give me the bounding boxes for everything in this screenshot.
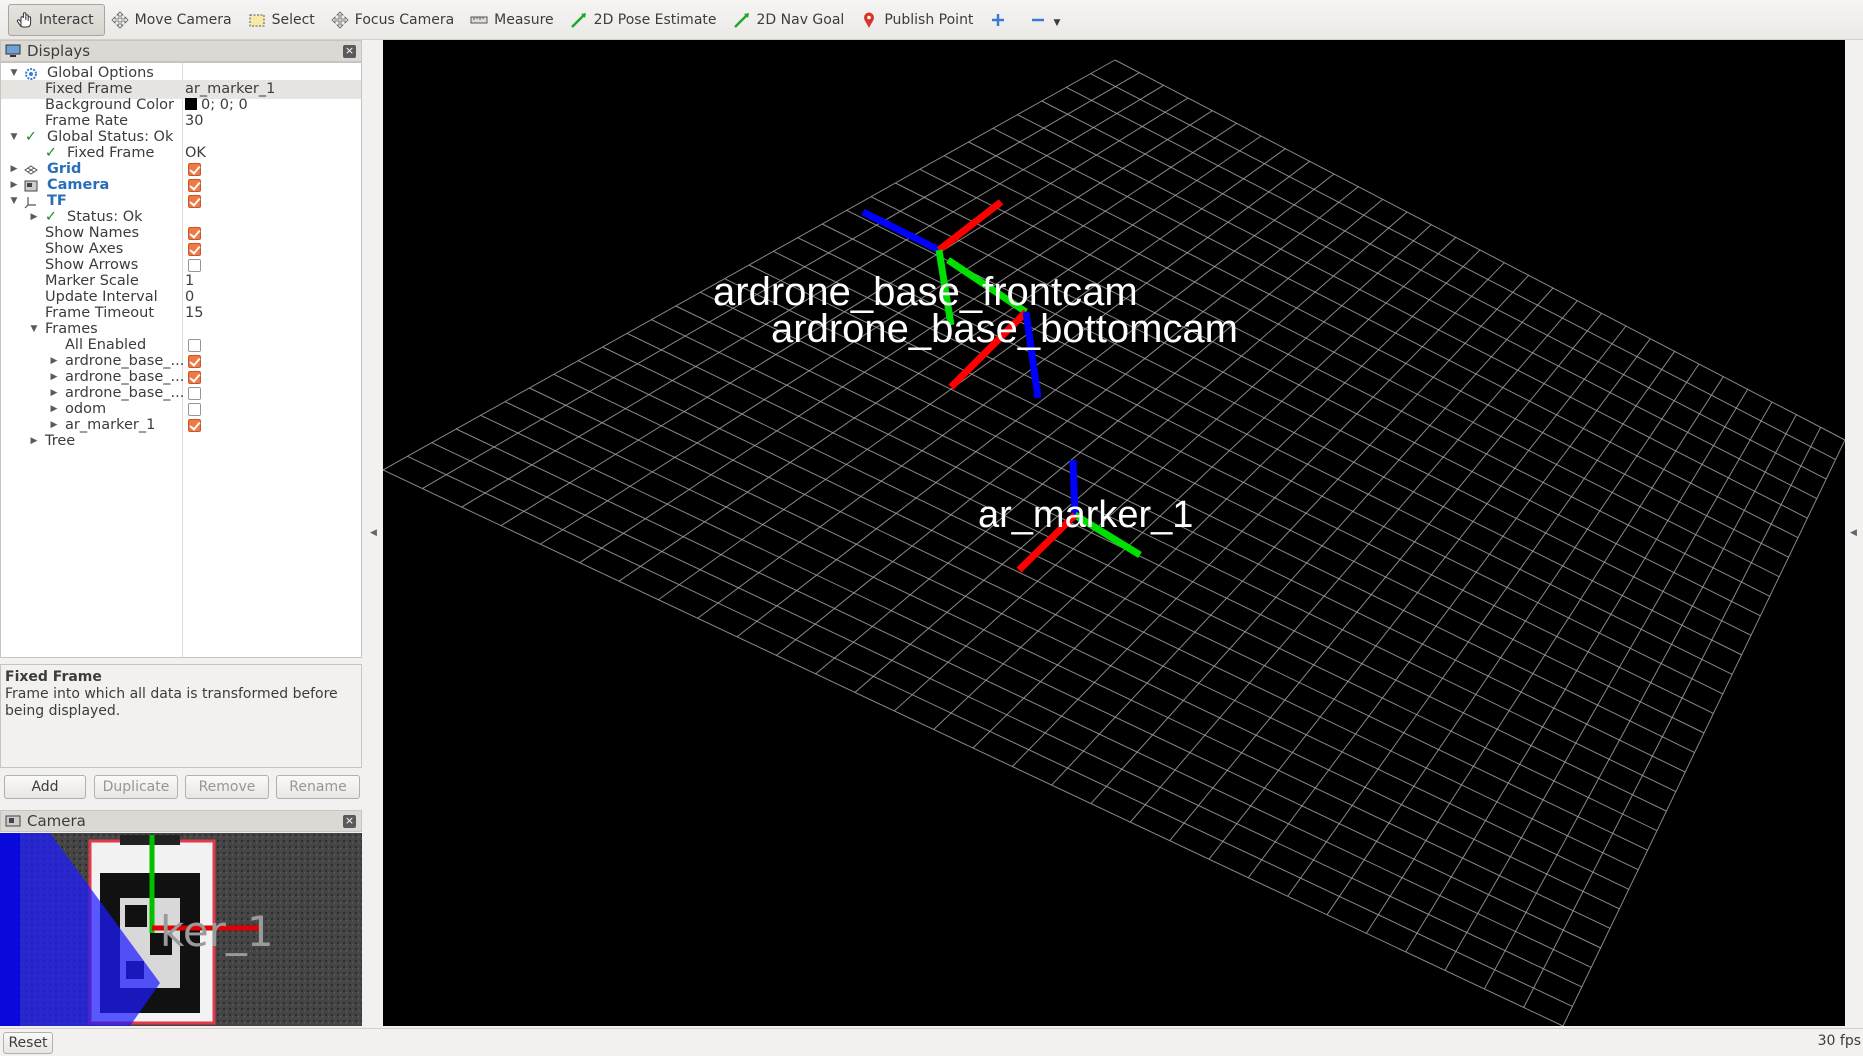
grid-line xyxy=(383,469,1564,1026)
map-pin-icon xyxy=(860,11,878,29)
reset-button[interactable]: Reset xyxy=(3,1032,53,1054)
monitor-icon xyxy=(5,44,21,57)
select-label: Select xyxy=(271,11,315,28)
right-dock-handle[interactable]: ◀ xyxy=(1846,40,1863,1026)
select-tool-button[interactable]: Select xyxy=(242,4,325,36)
pose-estimate-tool-button[interactable]: 2D Pose Estimate xyxy=(564,4,727,36)
frame-checkbox[interactable] xyxy=(188,387,201,400)
measure-label: Measure xyxy=(494,11,554,28)
camera-enabled-checkbox[interactable] xyxy=(188,179,201,192)
green-arrow-icon xyxy=(733,11,751,29)
description-text: Frame into which all data is transformed… xyxy=(5,686,338,719)
plus-icon xyxy=(989,11,1007,29)
grid-line xyxy=(1129,300,1578,823)
close-icon[interactable]: × xyxy=(343,815,356,828)
grid-line xyxy=(1208,325,1627,860)
grid-line xyxy=(602,346,1648,851)
marker-frame-label: ar_marker_1 xyxy=(978,494,1193,536)
show-names-checkbox[interactable] xyxy=(188,227,201,240)
focus-camera-label: Focus Camera xyxy=(354,11,455,28)
move-camera-tool-button[interactable]: Move Camera xyxy=(105,4,242,36)
focus-camera-tool-button[interactable]: Focus Camera xyxy=(325,4,464,36)
rename-button[interactable]: Rename xyxy=(276,775,360,799)
grid-line xyxy=(504,401,1611,929)
grid-line xyxy=(1247,338,1651,879)
add-tool-button[interactable] xyxy=(983,4,1023,36)
displays-panel-title: Displays xyxy=(27,42,91,60)
grid-line xyxy=(577,360,1639,871)
grid-line xyxy=(1444,401,1773,971)
nav-goal-tool-button[interactable]: 2D Nav Goal xyxy=(727,4,855,36)
tree-label: Tree xyxy=(45,433,76,449)
move-camera-label: Move Camera xyxy=(134,11,232,28)
publish-point-label: Publish Point xyxy=(884,11,974,28)
all-enabled-checkbox[interactable] xyxy=(188,339,201,352)
minus-icon xyxy=(1029,11,1047,29)
description-title: Fixed Frame xyxy=(5,669,102,685)
publish-point-tool-button[interactable]: Publish Point xyxy=(854,4,983,36)
show-arrows-checkbox[interactable] xyxy=(188,259,201,272)
focus-target-icon xyxy=(331,10,349,29)
toolbar: Interact Move Camera Select Focus Camera… xyxy=(0,0,1863,40)
select-box-icon xyxy=(248,11,266,29)
color-swatch xyxy=(185,98,197,110)
duplicate-button[interactable]: Duplicate xyxy=(94,775,178,799)
move-arrows-icon xyxy=(111,10,129,29)
green-arrow-icon xyxy=(570,11,588,29)
background-color-text: 0; 0; 0 xyxy=(201,97,248,113)
grid-line xyxy=(1326,363,1700,916)
pose-estimate-label: 2D Pose Estimate xyxy=(593,11,717,28)
collapse-arrow-icon[interactable]: ◀ xyxy=(1850,528,1857,538)
frame-marker-checkbox[interactable] xyxy=(188,419,201,432)
interact-label: Interact xyxy=(39,11,94,28)
grid-enabled-checkbox[interactable] xyxy=(188,163,201,176)
show-axes-checkbox[interactable] xyxy=(188,243,201,256)
camera-icon xyxy=(5,815,21,827)
collapse-arrow-icon[interactable]: ◀ xyxy=(370,528,377,538)
camera-panel-title: Camera xyxy=(27,812,86,830)
grid-line xyxy=(1365,376,1724,934)
ruler-icon xyxy=(470,11,488,29)
grid-line xyxy=(407,455,1573,1007)
camera-overlay-label: ker_1 xyxy=(160,907,274,956)
grid-line xyxy=(675,305,1677,793)
frame-odom-checkbox[interactable] xyxy=(188,403,201,416)
remove-button[interactable]: Remove xyxy=(185,775,269,799)
add-button[interactable]: Add xyxy=(4,775,86,799)
remove-tool-dropdown[interactable]: ▼ xyxy=(1023,4,1070,36)
property-description: Fixed Frame Frame into which all data is… xyxy=(0,664,362,768)
displays-tree: ▼ Global Options Fixed Frame ar_marker_1… xyxy=(0,62,362,658)
frame-checkbox[interactable] xyxy=(188,371,201,384)
3d-scene[interactable]: ardrone_base_frontcam ardrone_base_botto… xyxy=(383,40,1845,1026)
left-dock: Displays × ▼ Global Options Fixed Frame … xyxy=(0,40,362,1026)
hand-pointer-icon xyxy=(15,11,33,29)
chevron-down-icon: ▼ xyxy=(1053,17,1061,28)
interact-tool-button[interactable]: Interact xyxy=(8,3,105,36)
close-icon[interactable]: × xyxy=(343,45,356,58)
camera-image: ker_1 xyxy=(0,833,362,1026)
fps-readout: 30 fps xyxy=(1817,1033,1861,1049)
tree-row-tree[interactable]: ▶ Tree xyxy=(1,432,361,451)
dock-splitter[interactable]: ◀ xyxy=(364,40,382,1026)
camera-image-view[interactable]: ker_1 xyxy=(0,833,362,1026)
grid-line xyxy=(1090,287,1554,804)
frame-checkbox[interactable] xyxy=(188,355,201,368)
displays-panel-header: Displays × xyxy=(0,40,362,62)
display-buttons: Add Duplicate Remove Rename xyxy=(0,772,362,802)
status-bar: Reset 30 fps xyxy=(0,1028,1863,1056)
measure-tool-button[interactable]: Measure xyxy=(464,4,564,36)
tf-enabled-checkbox[interactable] xyxy=(188,195,201,208)
grid-line xyxy=(553,373,1630,890)
nav-goal-label: 2D Nav Goal xyxy=(756,11,845,28)
3d-render-viewport[interactable]: ardrone_base_frontcam ardrone_base_botto… xyxy=(383,40,1845,1026)
expand-arrow-icon[interactable]: ▶ xyxy=(29,432,39,451)
bottomcam-frame-label: ardrone_base_bottomcam xyxy=(771,307,1238,351)
camera-panel-header: Camera × xyxy=(0,810,362,832)
